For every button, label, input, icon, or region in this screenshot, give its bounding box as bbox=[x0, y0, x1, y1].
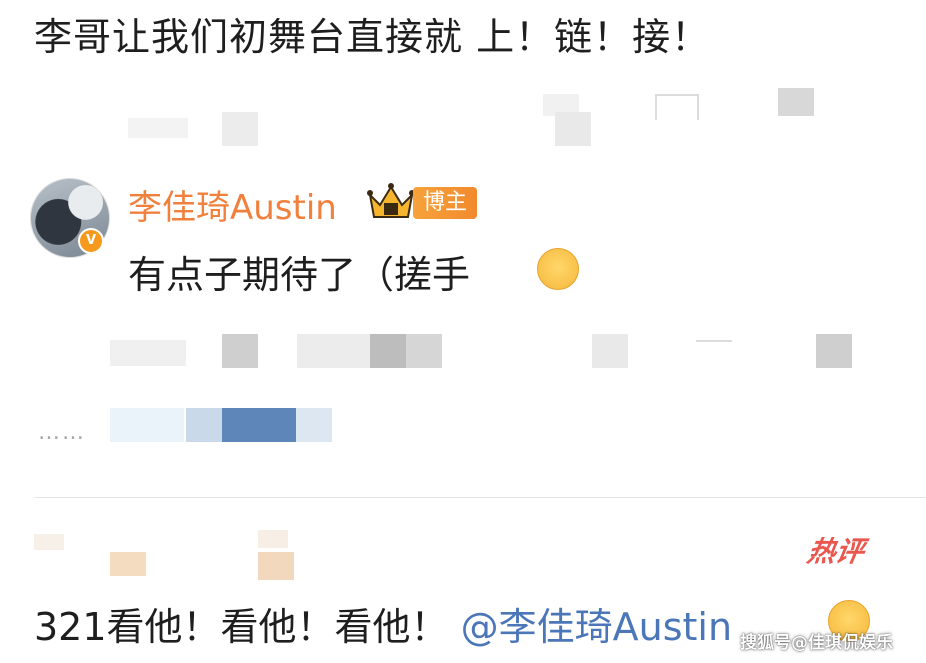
redacted-block bbox=[778, 88, 814, 116]
redacted-block bbox=[222, 112, 258, 146]
hot-comment-label: 热评 bbox=[804, 535, 867, 568]
top-comment-text: 李哥让我们初舞台直接就 上！链！接！ bbox=[34, 15, 711, 59]
crown-icon bbox=[367, 183, 415, 218]
divider bbox=[34, 497, 926, 498]
redacted-block[interactable] bbox=[296, 408, 332, 442]
redacted-block bbox=[34, 534, 64, 550]
redacted-block bbox=[297, 334, 371, 368]
redacted-block bbox=[222, 334, 258, 368]
hot-comment-text: 321看他！看他！看他！ bbox=[34, 605, 449, 649]
blogger-badge: 博主 bbox=[413, 187, 478, 219]
redacted-block[interactable] bbox=[186, 408, 222, 442]
verified-badge-icon: V bbox=[78, 228, 104, 254]
redacted-block[interactable] bbox=[110, 408, 184, 442]
redacted-block bbox=[258, 552, 294, 580]
redacted-block bbox=[696, 340, 732, 364]
rubbing-hands-emoji-icon bbox=[537, 248, 579, 290]
redacted-block bbox=[555, 112, 591, 146]
redacted-block bbox=[655, 94, 699, 120]
more-indicator: …… bbox=[38, 420, 86, 445]
redacted-block bbox=[110, 552, 146, 576]
redacted-block bbox=[816, 334, 852, 368]
redacted-block[interactable] bbox=[222, 408, 296, 442]
redacted-block bbox=[128, 118, 188, 138]
redacted-block bbox=[592, 334, 628, 368]
mention-link[interactable]: @李佳琦Austin bbox=[461, 605, 732, 649]
redacted-block bbox=[370, 334, 406, 368]
hot-comment: 321看他！看他！看他！ @李佳琦Austin bbox=[34, 596, 732, 651]
redacted-block bbox=[406, 334, 442, 368]
redacted-block bbox=[110, 340, 186, 366]
redacted-block bbox=[258, 530, 288, 548]
reply-text: 有点子期待了（搓手 bbox=[128, 253, 471, 297]
author-name[interactable]: 李佳琦Austin bbox=[128, 180, 337, 229]
watermark: 搜狐号@佳琪侃娱乐 bbox=[740, 633, 893, 653]
